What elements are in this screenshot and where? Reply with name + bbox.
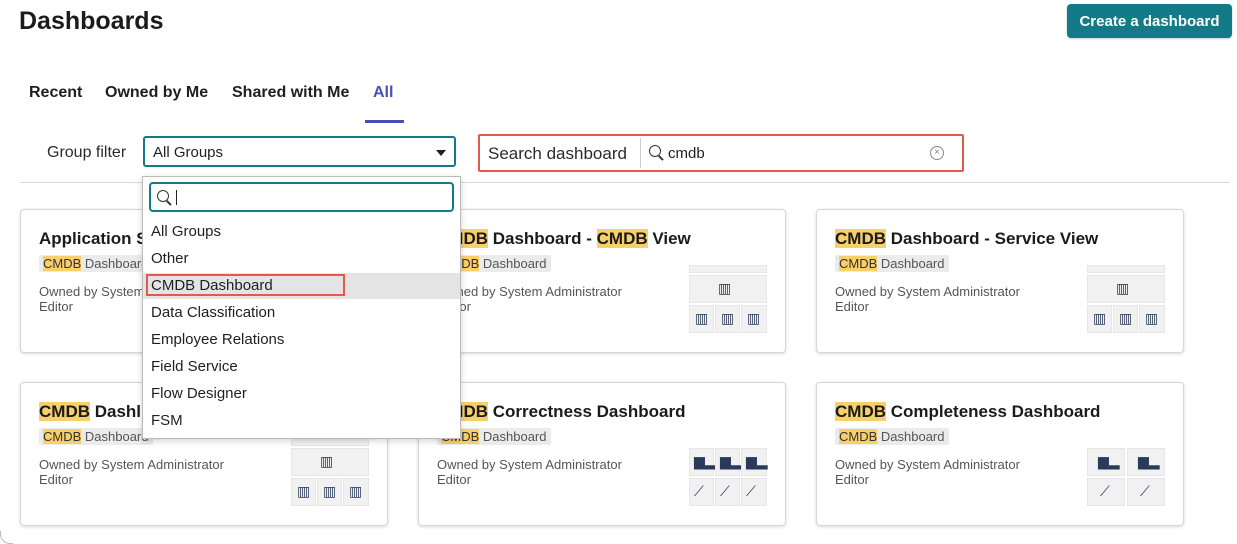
group-filter-label: Group filter (47, 144, 127, 161)
widget-grid-icon: ▥ (1116, 281, 1130, 297)
widget-grid-icon: ▥ (1119, 311, 1133, 327)
bar-chart-icon: ▆▂ (1138, 454, 1160, 470)
line-chart-icon: ⟋ (1140, 484, 1150, 500)
dashboard-card[interactable]: CMDB Correctness Dashboard CMDB Dashboar… (418, 382, 786, 526)
page-title: Dashboards (19, 7, 164, 35)
line-chart-icon: ⟋ (720, 484, 730, 500)
search-input[interactable]: cmdb × (640, 138, 958, 168)
card-owner: Owned by System AdministratorEditor (835, 457, 1020, 487)
dropdown-option-label: CMDB Dashboard (151, 277, 273, 294)
window-corner (0, 531, 13, 544)
group-tag: CMDB Dashboard (39, 428, 153, 445)
dropdown-option-highlighted[interactable]: CMDB Dashboard (143, 273, 460, 299)
widget-grid-icon: ▥ (718, 281, 732, 297)
dropdown-option[interactable]: Employee Relations (143, 327, 460, 353)
dropdown-search-input[interactable] (149, 182, 454, 212)
active-tab-indicator (365, 120, 404, 123)
dashboard-thumbnail: ▥ ▥ ▥ ▥ (1087, 265, 1165, 335)
bar-chart-icon: ▆▂ (694, 454, 716, 470)
dropdown-option[interactable]: FSM (143, 408, 460, 434)
text-cursor (176, 190, 177, 205)
dashboard-thumbnail: ▥ ▥ ▥ ▥ (689, 265, 767, 335)
group-filter-dropdown: All Groups Other CMDB Dashboard Data Cla… (142, 176, 461, 439)
group-tag: CMDB Dashboard (39, 255, 153, 272)
group-tag: CMDB Dashboard (835, 255, 949, 272)
dropdown-option[interactable]: Other (143, 246, 460, 272)
widget-grid-icon: ▥ (1145, 311, 1159, 327)
card-title[interactable]: Application S (39, 229, 148, 249)
chevron-down-icon (436, 150, 446, 156)
card-title[interactable]: CMDB Correctness Dashboard (437, 402, 685, 422)
card-title[interactable]: CMDB Completeness Dashboard (835, 402, 1100, 422)
search-input-value: cmdb (668, 145, 705, 162)
dropdown-option[interactable]: All Groups (143, 219, 460, 245)
dashboard-card[interactable]: CMDB Completeness Dashboard CMDB Dashboa… (816, 382, 1184, 526)
dropdown-option[interactable]: Data Classification (143, 300, 460, 326)
widget-grid-icon: ▥ (349, 484, 363, 500)
search-icon (649, 145, 661, 157)
clear-icon[interactable]: × (930, 146, 944, 160)
widget-grid-icon: ▥ (320, 454, 334, 470)
search-dashboard-label: Search dashboard (488, 144, 627, 163)
group-filter-select[interactable]: All Groups (143, 136, 456, 167)
card-owner: Owned by System AdministratorEditor (835, 284, 1020, 314)
card-title[interactable]: CMDB Dashboard - Service View (835, 229, 1098, 249)
bar-chart-icon: ▆▂ (1098, 454, 1120, 470)
dropdown-option[interactable]: Field Service (143, 354, 460, 380)
tab-recent[interactable]: Recent (29, 84, 82, 102)
card-owner: Owned by System AdministratorEditor (437, 284, 622, 314)
widget-grid-icon: ▥ (721, 311, 735, 327)
card-title[interactable]: CMDB Dashboard - CMDB View (437, 229, 691, 249)
dashboard-card[interactable]: CMDB Dashboard - CMDB View CMDB Dashboar… (418, 209, 786, 353)
group-tag: CMDB Dashboard (835, 428, 949, 445)
widget-grid-icon: ▥ (1093, 311, 1107, 327)
line-chart-icon: ⟋ (746, 484, 756, 500)
create-dashboard-button[interactable]: Create a dashboard (1067, 4, 1232, 38)
widget-grid-icon: ▥ (297, 484, 311, 500)
search-icon (157, 190, 169, 202)
card-owner: Owned by System AdministratorEditor (437, 457, 622, 487)
bar-chart-icon: ▆▂ (720, 454, 742, 470)
group-filter-value: All Groups (153, 144, 224, 161)
widget-grid-icon: ▥ (695, 311, 709, 327)
widget-grid-icon: ▥ (747, 311, 761, 327)
bar-chart-icon: ▆▂ (746, 454, 768, 470)
tab-all[interactable]: All (373, 84, 393, 102)
widget-grid-icon: ▥ (323, 484, 337, 500)
tab-shared-with-me[interactable]: Shared with Me (232, 84, 349, 102)
line-chart-icon: ⟋ (694, 484, 704, 500)
line-chart-icon: ⟋ (1100, 484, 1110, 500)
dashboard-thumbnail: ▥ ▥ ▥ ▥ (291, 438, 369, 508)
dashboard-card[interactable]: CMDB Dashboard - Service View CMDB Dashb… (816, 209, 1184, 353)
card-owner: Owned by System AdministratorEditor (39, 457, 224, 487)
card-title[interactable]: CMDB Dashl (39, 402, 141, 422)
dropdown-option[interactable]: Flow Designer (143, 381, 460, 407)
dashboard-thumbnail: ▆▂ ▆▂ ⟋ ⟋ (1087, 448, 1165, 508)
tab-owned-by-me[interactable]: Owned by Me (105, 84, 208, 102)
dashboard-thumbnail: ▆▂ ▆▂ ▆▂ ⟋ ⟋ ⟋ (689, 448, 768, 508)
